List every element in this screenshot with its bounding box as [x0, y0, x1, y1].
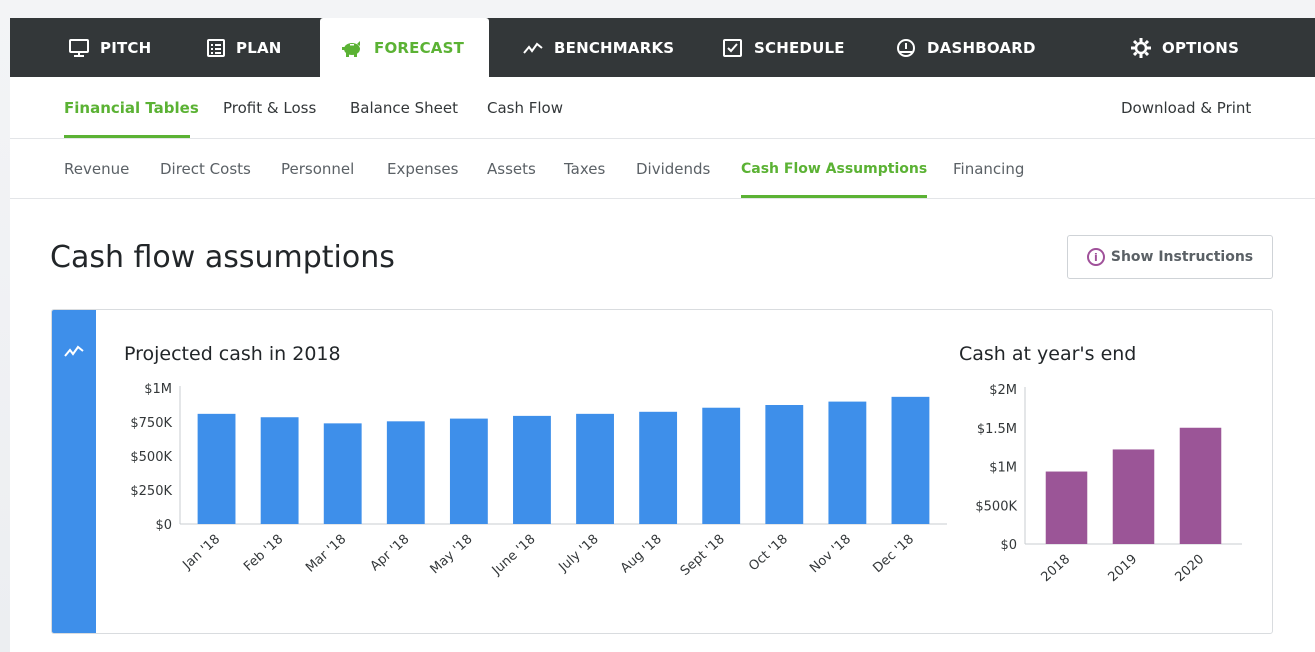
x-tick-label: Mar '18	[303, 532, 349, 576]
bar[interactable]	[197, 413, 236, 524]
bar[interactable]	[513, 415, 551, 524]
y-tick-label: $500K	[130, 450, 172, 465]
section-direct-costs[interactable]: Direct Costs	[160, 139, 251, 199]
tab-benchmarks[interactable]: BENCHMARKS	[522, 18, 674, 77]
monthly-cash-chart: $0 $250K $500K $750K $1M Jan '18 Feb '18 Mar '1…	[130, 382, 947, 579]
y-tick-label: $1.5M	[977, 422, 1017, 437]
gauge-icon	[895, 38, 917, 58]
x-tick-label: Jan '18	[180, 532, 224, 573]
tab-label: PLAN	[236, 38, 282, 57]
card-side-strip	[52, 310, 96, 633]
bar[interactable]	[828, 401, 867, 524]
yearly-cash-chart: $0 $500K $1M $1.5M $2M 2018 2019 2020	[975, 383, 1242, 585]
subnav-financial-tables[interactable]: Financial Tables	[64, 77, 199, 139]
x-tick-label: Sept '18	[678, 532, 728, 579]
x-tick-label: Feb '18	[241, 532, 286, 575]
x-tick-label: 2019	[1106, 552, 1141, 585]
monthly-chart-title: Projected cash in 2018	[124, 343, 341, 365]
info-icon: i	[1086, 248, 1105, 266]
x-tick-label: Apr '18	[368, 532, 413, 574]
show-instructions-button[interactable]: i Show Instructions	[1067, 235, 1273, 279]
section-assets[interactable]: Assets	[487, 139, 536, 199]
cash-flow-chart-card: Projected cash in 2018 $0 $250K $500K $750K…	[51, 309, 1273, 634]
tab-label: OPTIONS	[1162, 38, 1240, 57]
y-tick-label: $250K	[130, 484, 172, 499]
section-cash-flow-assumptions[interactable]: Cash Flow Assumptions	[741, 139, 927, 199]
bar[interactable]	[576, 413, 614, 524]
document-list-icon	[206, 38, 226, 58]
piggy-bank-icon	[340, 38, 364, 58]
top-nav: PITCH PLAN FORECAST BENCHMARKS SCHEDULE	[10, 18, 1315, 77]
subnav-balance-sheet[interactable]: Balance Sheet	[350, 77, 458, 139]
tab-plan[interactable]: PLAN	[206, 18, 282, 77]
section-dividends[interactable]: Dividends	[636, 139, 710, 199]
section-revenue[interactable]: Revenue	[64, 139, 129, 199]
financial-tables-nav: Financial Tables Profit & Loss Balance S…	[10, 77, 1315, 139]
x-tick-label: May '18	[428, 532, 476, 577]
x-tick-label: June '18	[489, 532, 539, 579]
tab-pitch[interactable]: PITCH	[68, 18, 151, 77]
y-tick-label: $0	[1000, 538, 1017, 553]
x-tick-label: Aug '18	[618, 532, 665, 576]
active-underline	[741, 195, 927, 198]
bar[interactable]	[386, 421, 425, 524]
bar[interactable]	[1112, 449, 1155, 544]
active-underline	[64, 135, 190, 138]
page-title: Cash flow assumptions	[50, 240, 395, 275]
tab-options[interactable]: OPTIONS	[1130, 18, 1239, 77]
tab-label: SCHEDULE	[754, 38, 845, 57]
section-taxes[interactable]: Taxes	[564, 139, 605, 199]
app-window: PITCH PLAN FORECAST BENCHMARKS SCHEDULE	[10, 18, 1315, 652]
bar[interactable]	[702, 407, 741, 524]
bar[interactable]	[639, 411, 678, 524]
gear-icon	[1130, 37, 1152, 59]
show-instructions-label: Show Instructions	[1110, 249, 1254, 265]
subnav-cash-flow[interactable]: Cash Flow	[487, 77, 563, 139]
bar[interactable]	[891, 396, 930, 524]
download-print-link[interactable]: Download & Print	[1121, 77, 1251, 139]
x-tick-label: Oct '18	[746, 532, 791, 574]
tab-label: FORECAST	[374, 38, 465, 57]
section-expenses[interactable]: Expenses	[387, 139, 458, 199]
monitor-icon	[68, 38, 90, 58]
tab-schedule[interactable]: SCHEDULE	[722, 18, 845, 77]
y-tick-label: $1M	[144, 382, 172, 397]
bar[interactable]	[260, 417, 299, 524]
subnav-profit-loss[interactable]: Profit & Loss	[223, 77, 316, 139]
section-personnel[interactable]: Personnel	[281, 139, 354, 199]
bar[interactable]	[449, 418, 488, 524]
section-financing[interactable]: Financing	[953, 139, 1024, 199]
y-tick-label: $500K	[975, 499, 1017, 514]
y-tick-label: $750K	[130, 416, 172, 431]
tab-forecast[interactable]: FORECAST	[320, 18, 489, 77]
tab-dashboard[interactable]: DASHBOARD	[895, 18, 1036, 77]
yearly-chart-title: Cash at year's end	[959, 343, 1137, 365]
x-tick-label: 2020	[1173, 552, 1208, 585]
x-tick-label: Nov '18	[807, 532, 854, 576]
trend-line-icon	[522, 38, 544, 58]
y-tick-label: $0	[155, 518, 172, 533]
y-tick-label: $1M	[989, 461, 1017, 476]
forecast-sections-nav: Revenue Direct Costs Personnel Expenses …	[10, 139, 1315, 199]
tab-label: PITCH	[100, 38, 152, 57]
bar[interactable]	[323, 423, 362, 524]
x-tick-label: Dec '18	[870, 532, 917, 576]
tab-label: DASHBOARD	[927, 38, 1036, 57]
bar[interactable]	[1045, 471, 1088, 544]
checkbox-icon	[722, 38, 744, 58]
bar[interactable]	[1179, 427, 1222, 544]
tab-label: BENCHMARKS	[554, 38, 675, 57]
x-tick-label: July '18	[556, 532, 602, 576]
x-tick-label: 2018	[1039, 552, 1074, 585]
y-tick-label: $2M	[989, 383, 1017, 398]
bar[interactable]	[765, 405, 804, 524]
